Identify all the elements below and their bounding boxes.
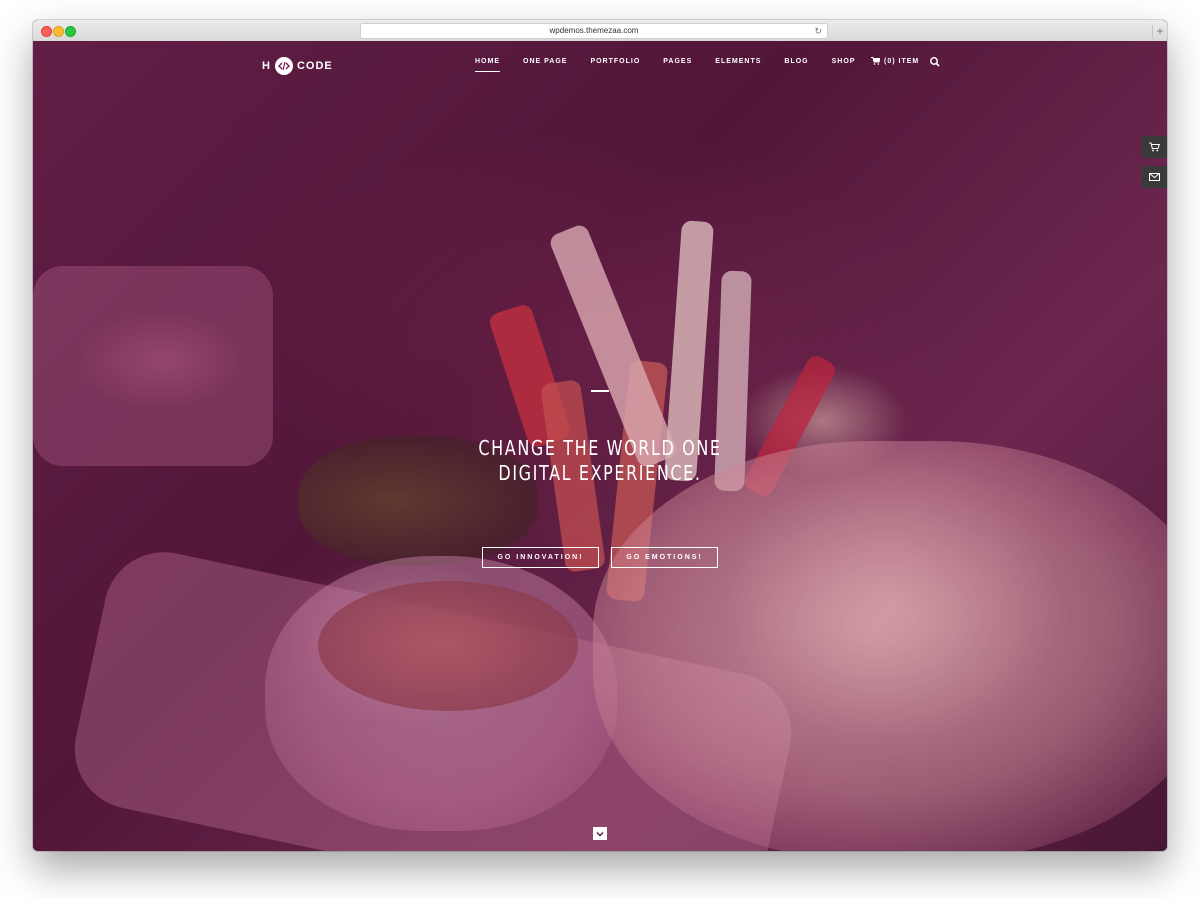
zoom-window-button[interactable] bbox=[65, 26, 76, 37]
mail-icon bbox=[1149, 173, 1160, 181]
reload-icon[interactable]: ↻ bbox=[814, 24, 822, 38]
side-mail-button[interactable] bbox=[1142, 166, 1167, 188]
headline-divider bbox=[591, 390, 609, 392]
close-window-button[interactable] bbox=[41, 26, 52, 37]
code-brackets-icon bbox=[274, 57, 293, 75]
logo-text-left: H bbox=[262, 60, 271, 72]
go-innovation-button[interactable]: GO INNOVATION! bbox=[482, 547, 599, 568]
go-emotions-button[interactable]: GO EMOTIONS! bbox=[611, 547, 718, 568]
cart-icon bbox=[1149, 142, 1160, 152]
hero-headline-line1: CHANGE THE WORLD ONE bbox=[478, 436, 722, 460]
cart-icon bbox=[871, 57, 880, 65]
scroll-down-button[interactable] bbox=[593, 827, 607, 840]
nav-item-shop[interactable]: SHOP bbox=[832, 58, 856, 71]
url-text: wpdemos.themezaa.com bbox=[549, 26, 639, 35]
nav-item-elements[interactable]: ELEMENTS bbox=[715, 58, 761, 71]
hero-headline-line2: DIGITAL EXPERIENCE. bbox=[498, 461, 702, 485]
hero-section: H CODE HOME ONE PAGE PORTFOLIO PAGES ELE… bbox=[33, 41, 1167, 851]
address-bar[interactable]: wpdemos.themezaa.com ↻ bbox=[360, 23, 828, 39]
cart-link[interactable]: (0) ITEM bbox=[871, 57, 919, 65]
minimize-window-button[interactable] bbox=[53, 26, 64, 37]
browser-window: wpdemos.themezaa.com ↻ + H CODE HOME ONE… bbox=[33, 20, 1167, 851]
side-cart-button[interactable] bbox=[1142, 136, 1167, 158]
main-menu: HOME ONE PAGE PORTFOLIO PAGES ELEMENTS B… bbox=[475, 58, 878, 72]
top-navigation: H CODE HOME ONE PAGE PORTFOLIO PAGES ELE… bbox=[33, 41, 1167, 91]
nav-item-pages[interactable]: PAGES bbox=[663, 58, 692, 71]
cart-count: (0) ITEM bbox=[884, 57, 920, 65]
nav-item-home[interactable]: HOME bbox=[475, 58, 500, 72]
logo-text-right: CODE bbox=[296, 60, 333, 72]
nav-item-one-page[interactable]: ONE PAGE bbox=[523, 58, 567, 71]
plus-icon[interactable]: + bbox=[1152, 25, 1167, 39]
site-logo[interactable]: H CODE bbox=[262, 57, 333, 75]
chevron-down-icon bbox=[596, 831, 604, 837]
nav-item-portfolio[interactable]: PORTFOLIO bbox=[590, 58, 640, 71]
browser-titlebar: wpdemos.themezaa.com ↻ + bbox=[33, 20, 1167, 42]
hero-headline: CHANGE THE WORLD ONE DIGITAL EXPERIENCE. bbox=[440, 436, 760, 486]
search-icon[interactable] bbox=[929, 56, 941, 68]
nav-item-blog[interactable]: BLOG bbox=[784, 58, 808, 71]
